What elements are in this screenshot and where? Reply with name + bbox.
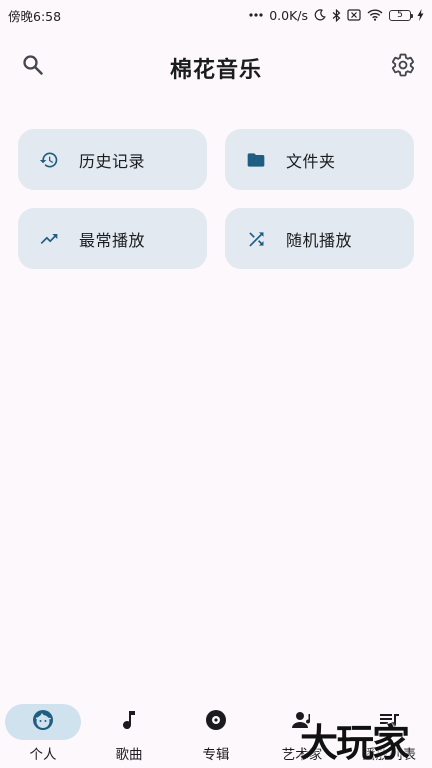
settings-gear-icon [390,52,416,82]
music-note-icon [117,708,141,736]
nav-personal-indicator [5,704,81,740]
folder-icon [246,150,266,170]
folder-card[interactable]: 文件夹 [225,129,414,190]
app-title: 棉花音乐 [169,58,262,83]
dots-icon [249,12,263,18]
shuffle-icon [246,229,266,249]
album-disc-icon [204,708,228,736]
nav-albums[interactable]: 专辑 [173,704,259,766]
watermark-logo: 大玩家 [300,720,410,765]
face-icon [31,708,55,736]
status-bar: 傍晚6:58 0.0K/s 5 [0,0,432,30]
history-icon [39,150,59,170]
folder-label: 文件夹 [286,151,336,171]
battery-icon: 5 [389,9,413,21]
status-time: 傍晚6:58 [8,8,62,24]
history-card[interactable]: 历史记录 [18,129,207,190]
quick-actions-grid: 历史记录 文件夹 最常播放 随机播放 [18,129,414,269]
wifi-icon [367,9,383,21]
nav-personal[interactable]: 个人 [0,704,86,766]
nav-personal-label: 个人 [29,747,57,763]
top-app-bar: 棉花音乐 [0,38,432,96]
network-speed: 0.0K/s [269,7,308,23]
bluetooth-icon [332,8,341,22]
settings-button[interactable] [383,47,423,87]
shuffle-label: 随机播放 [286,230,353,250]
trending-up-icon [39,229,59,249]
shuffle-card[interactable]: 随机播放 [225,208,414,269]
nav-songs[interactable]: 歌曲 [86,704,172,766]
most-played-label: 最常播放 [79,230,146,250]
nav-songs-label: 歌曲 [115,747,143,763]
most-played-card[interactable]: 最常播放 [18,208,207,269]
battery-level: 5 [397,9,403,20]
history-label: 历史记录 [79,151,146,171]
nav-albums-label: 专辑 [202,747,230,763]
moon-icon [314,9,326,21]
nav-albums-icon-wrap [178,704,254,740]
sim-off-icon [347,9,361,21]
nav-songs-icon-wrap [91,704,167,740]
charging-icon [417,9,424,21]
